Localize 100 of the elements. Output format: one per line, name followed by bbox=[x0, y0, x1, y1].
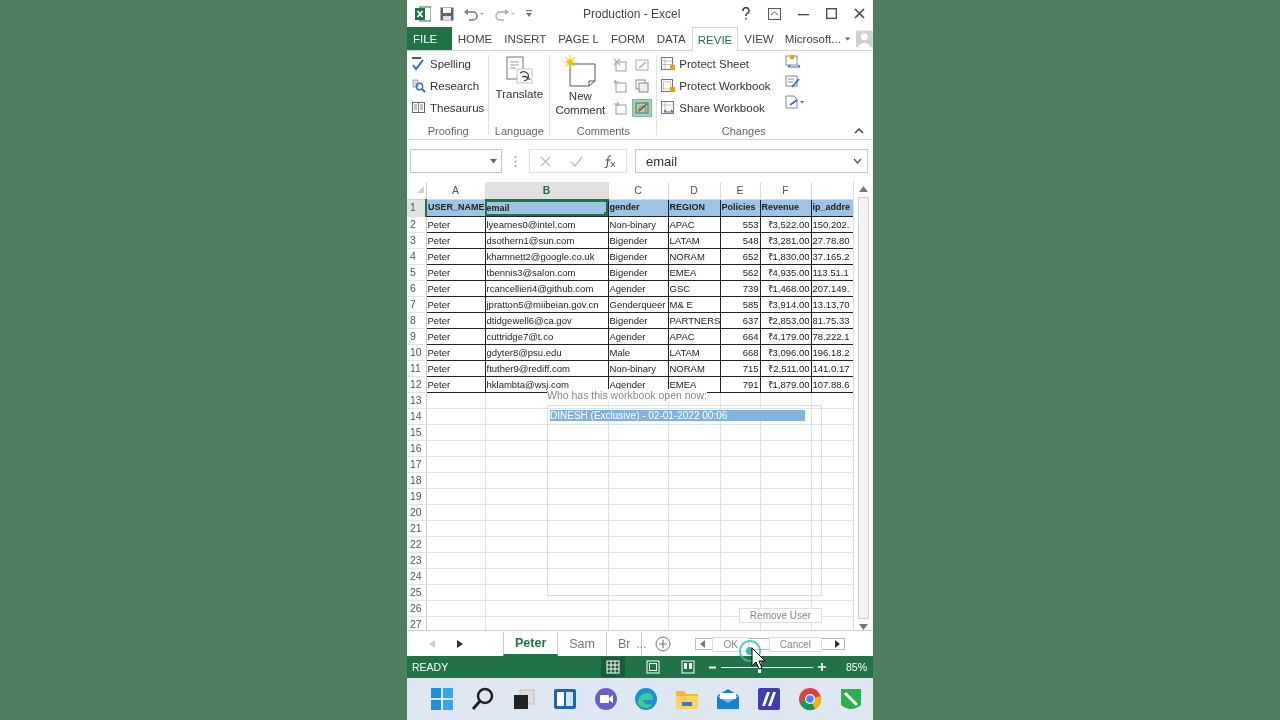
table-cell[interactable]: Peter bbox=[426, 248, 485, 264]
table-cell[interactable]: ₹4,935.00 bbox=[760, 264, 811, 280]
help-icon[interactable] bbox=[741, 6, 751, 21]
table-cell[interactable]: Peter bbox=[426, 376, 485, 392]
table-cell[interactable]: 652 bbox=[720, 248, 760, 264]
table-cell[interactable]: Agender bbox=[608, 328, 668, 344]
ribbon-display-icon[interactable] bbox=[768, 7, 781, 20]
ribbon-command[interactable]: Share Workbook bbox=[661, 99, 771, 116]
column-header[interactable]: F bbox=[760, 182, 811, 200]
maximize-icon[interactable] bbox=[826, 8, 837, 19]
dropdown-icon[interactable] bbox=[490, 158, 497, 164]
collapse-ribbon-icon[interactable] bbox=[854, 127, 864, 134]
table-cell[interactable]: ₹1,830.00 bbox=[760, 248, 811, 264]
formula-field[interactable]: email bbox=[635, 149, 868, 173]
sheet-tab[interactable]: Peter bbox=[503, 631, 559, 656]
table-cell[interactable]: ₹3,281.00 bbox=[760, 232, 811, 248]
table-cell[interactable]: dsothern1@sun.com bbox=[485, 232, 608, 248]
scroll-down-icon[interactable] bbox=[859, 624, 868, 630]
table-cell[interactable]: LATAM bbox=[668, 232, 720, 248]
table-cell[interactable]: Bigender bbox=[608, 264, 668, 280]
zoom-in-icon[interactable] bbox=[818, 663, 826, 671]
ribbon-command[interactable]: Protect Workbook bbox=[661, 77, 771, 94]
column-header[interactable]: D bbox=[668, 182, 720, 200]
expand-icon[interactable] bbox=[853, 158, 862, 164]
table-cell[interactable]: Male bbox=[608, 344, 668, 360]
table-cell[interactable]: Peter bbox=[426, 312, 485, 328]
table-cell[interactable]: gdyter8@psu.edu bbox=[485, 344, 608, 360]
table-cell[interactable]: Agender bbox=[608, 280, 668, 296]
table-cell[interactable]: Bigender bbox=[608, 232, 668, 248]
redo-icon[interactable] bbox=[494, 6, 516, 21]
table-cell[interactable]: NORAM bbox=[668, 360, 720, 376]
table-cell[interactable]: ₹2,511.00 bbox=[760, 360, 811, 376]
ribbon-command[interactable]: Research bbox=[412, 77, 485, 94]
accept-changes-icon[interactable] bbox=[784, 95, 805, 109]
table-cell[interactable]: GSC bbox=[668, 280, 720, 296]
chrome-icon[interactable] bbox=[796, 685, 824, 713]
table-cell[interactable]: 553 bbox=[720, 216, 760, 232]
start-icon[interactable] bbox=[428, 685, 456, 713]
table-cell[interactable]: Bigender bbox=[608, 248, 668, 264]
save-icon[interactable] bbox=[440, 6, 454, 21]
table-cell[interactable]: Peter bbox=[426, 344, 485, 360]
table-cell[interactable]: jpratton5@miibeian.gov.cn bbox=[485, 296, 608, 312]
table-cell[interactable]: Peter bbox=[426, 360, 485, 376]
table-cell[interactable]: Non-binary bbox=[608, 360, 668, 376]
table-cell[interactable]: Peter bbox=[426, 296, 485, 312]
scroll-thumb[interactable] bbox=[858, 197, 869, 619]
scroll-up-icon[interactable] bbox=[859, 186, 868, 192]
table-cell[interactable]: ₹1,879.00 bbox=[760, 376, 811, 392]
table-cell[interactable]: cuttridge7@t.co bbox=[485, 328, 608, 344]
ribbon-tab[interactable]: INSERT bbox=[498, 27, 553, 50]
undo-icon[interactable] bbox=[463, 6, 485, 21]
table-cell[interactable]: LATAM bbox=[668, 344, 720, 360]
track-changes-icon[interactable] bbox=[784, 75, 801, 89]
column-header[interactable]: B bbox=[485, 182, 608, 200]
ribbon-tab[interactable]: VIEW bbox=[738, 27, 780, 50]
table-cell[interactable]: ₹3,914.00 bbox=[760, 296, 811, 312]
table-cell[interactable]: Peter bbox=[426, 232, 485, 248]
table-cell[interactable]: ftuther9@rediff.com bbox=[485, 360, 608, 376]
table-cell[interactable]: ₹3,522.00 bbox=[760, 216, 811, 232]
ribbon-tab[interactable]: DATA bbox=[650, 27, 692, 50]
table-cell[interactable]: APAC bbox=[668, 328, 720, 344]
table-cell[interactable]: 664 bbox=[720, 328, 760, 344]
ribbon-tab[interactable]: FORM bbox=[604, 27, 651, 50]
table-cell[interactable]: 548 bbox=[720, 232, 760, 248]
add-sheet-icon[interactable] bbox=[654, 635, 671, 652]
table-cell[interactable]: Genderqueer bbox=[608, 296, 668, 312]
normal-view-icon[interactable] bbox=[601, 657, 625, 677]
zoom-level[interactable]: 85% bbox=[846, 661, 867, 673]
table-cell[interactable]: 637 bbox=[720, 312, 760, 328]
table-cell[interactable]: lyearnes0@intel.com bbox=[485, 216, 608, 232]
table-cell[interactable]: 715 bbox=[720, 360, 760, 376]
scroll-left-icon[interactable] bbox=[699, 639, 705, 648]
comment-tool-button[interactable] bbox=[632, 98, 653, 117]
table-cell[interactable]: APAC bbox=[668, 216, 720, 232]
ribbon-tab[interactable]: REVIE bbox=[691, 27, 739, 51]
table-cell[interactable]: Peter bbox=[426, 280, 485, 296]
column-header[interactable]: C bbox=[608, 182, 668, 200]
table-cell[interactable]: 739 bbox=[720, 280, 760, 296]
edit-ranges-icon[interactable] bbox=[784, 55, 801, 69]
close-icon[interactable] bbox=[854, 8, 865, 19]
table-cell[interactable]: 791 bbox=[720, 376, 760, 392]
scroll-right-icon[interactable] bbox=[834, 639, 840, 648]
table-cell[interactable]: rcancellieri4@github.com bbox=[485, 280, 608, 296]
file-tab[interactable]: FILE bbox=[407, 27, 452, 50]
table-cell[interactable]: Non-binary bbox=[608, 216, 668, 232]
ribbon-command[interactable]: Spelling bbox=[412, 55, 485, 72]
customize-toolbar-icon[interactable] bbox=[525, 8, 533, 19]
table-cell[interactable]: ₹4,179.00 bbox=[760, 328, 811, 344]
table-cell[interactable]: NORAM bbox=[668, 248, 720, 264]
translate-button[interactable]: Translate bbox=[493, 55, 546, 101]
table-cell[interactable]: ₹2,853.00 bbox=[760, 312, 811, 328]
cancel-button[interactable]: Cancel bbox=[768, 637, 822, 652]
ok-button[interactable]: OK bbox=[712, 637, 749, 652]
table-cell[interactable]: Peter bbox=[426, 264, 485, 280]
account-menu[interactable]: Microsoft... bbox=[784, 27, 841, 50]
table-cell[interactable]: dtidgewell6@ca.gov bbox=[485, 312, 608, 328]
ribbon-command[interactable]: Protect Sheet bbox=[661, 55, 771, 72]
table-cell[interactable]: 668 bbox=[720, 344, 760, 360]
ribbon-tab[interactable]: PAGE L bbox=[552, 27, 605, 50]
table-cell[interactable]: Bigender bbox=[608, 312, 668, 328]
